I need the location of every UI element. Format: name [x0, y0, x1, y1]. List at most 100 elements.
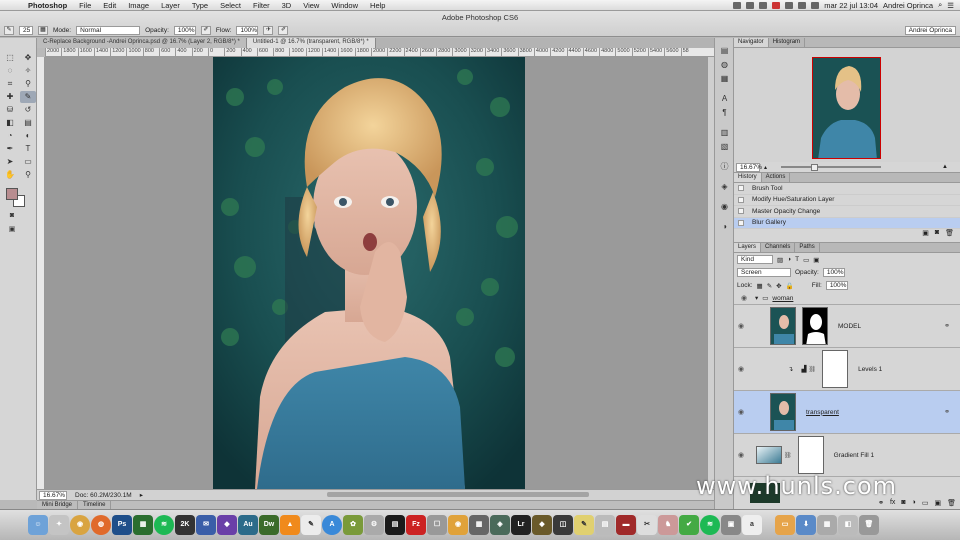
zoom-level[interactable]: 16.67% [39, 490, 67, 500]
app-icon[interactable]: ≋ [700, 515, 720, 535]
history-item[interactable]: Brush Tool [734, 183, 960, 195]
menu-layer[interactable]: Layer [155, 1, 186, 10]
shape-tool-icon[interactable]: ▭ [20, 156, 36, 168]
tab-navigator[interactable]: Navigator [734, 38, 769, 47]
app-icon[interactable]: ✔ [679, 515, 699, 535]
info-panel-icon[interactable]: ⓘ [719, 162, 730, 171]
status-menu-icon[interactable]: ▸ [140, 491, 143, 499]
color-panel-icon[interactable]: ◍ [719, 60, 730, 69]
menu-image[interactable]: Image [122, 1, 155, 10]
gradient-fill-icon[interactable] [756, 446, 782, 464]
quick-select-icon[interactable]: ✧ [20, 65, 36, 77]
downloads-icon[interactable]: ⬇ [796, 515, 816, 535]
chrome-icon[interactable]: ◉ [70, 515, 90, 535]
menu-file[interactable]: File [73, 1, 97, 10]
chain-icon[interactable]: ⛓ [784, 452, 792, 459]
eyedropper-icon[interactable]: ⚲ [20, 78, 36, 90]
fx-icon[interactable]: fx [890, 499, 895, 507]
menu-3d[interactable]: 3D [276, 1, 298, 10]
app-store-icon[interactable]: A [322, 515, 342, 535]
layer-model[interactable]: ◉ MODEL ⚭ [734, 305, 960, 348]
add-mask-icon[interactable]: ◙ [901, 499, 905, 507]
navigator-thumbnail[interactable] [812, 57, 881, 159]
tab-paths[interactable]: Paths [795, 243, 820, 252]
audition-icon[interactable]: Au [238, 515, 258, 535]
tab-layers[interactable]: Layers [734, 243, 762, 252]
spotify-icon[interactable]: ≋ [154, 515, 174, 535]
blend-mode-select[interactable]: Screen [737, 268, 791, 277]
layer-group-row[interactable]: ◉ ▾ ▭ woman [734, 292, 960, 305]
eye-icon[interactable]: ◉ [737, 294, 751, 302]
move-tool-icon[interactable]: ✥ [20, 52, 36, 64]
new-group-icon[interactable]: ▭ [922, 499, 929, 507]
search-icon[interactable]: ⌕ [938, 0, 942, 10]
lock-image-icon[interactable]: ✎ [767, 282, 772, 290]
tray-icon[interactable] [759, 1, 768, 9]
eye-icon[interactable]: ◉ [734, 408, 748, 416]
history-checkbox[interactable] [738, 196, 744, 203]
doc-tab-untitled[interactable]: Untitled-1 @ 16.7% (transparent, RGB/8*)… [246, 38, 376, 48]
clone-source-icon[interactable]: ▧ [719, 142, 730, 151]
airbrush-icon[interactable]: ✈ [263, 26, 274, 35]
marquee-tool-icon[interactable]: ⬚ [2, 52, 18, 64]
layer-name[interactable]: Levels 1 [858, 366, 882, 373]
dreamweaver-icon[interactable]: Dw [259, 515, 279, 535]
crop-tool-icon[interactable]: ⌗ [2, 78, 18, 90]
history-checkbox[interactable] [738, 185, 744, 192]
launchpad-icon[interactable]: ✦ [49, 515, 69, 535]
filter-smart-icon[interactable]: ▣ [813, 256, 819, 264]
pressure-opacity-icon[interactable]: ✐ [200, 26, 211, 35]
brush-preset-icon[interactable]: ✎ [4, 26, 14, 35]
navigator-zoom-slider[interactable] [781, 164, 882, 171]
doc-tab-replace-background[interactable]: C-Replace Background -Andrei Oprinca.psd… [37, 38, 247, 48]
filter-type-icon[interactable]: T [795, 256, 799, 263]
layer-mask-thumbnail[interactable] [802, 307, 828, 345]
link-icon[interactable]: ⚭ [944, 408, 950, 416]
app-icon[interactable]: ▦ [469, 515, 489, 535]
user-name[interactable]: Andrei Oprinca [883, 1, 933, 10]
app-icon[interactable]: ✿ [343, 515, 363, 535]
brush-tool-icon[interactable]: ✎ [20, 91, 36, 103]
hand-tool-icon[interactable]: ✋ [2, 169, 18, 181]
filter-shape-icon[interactable]: ▭ [803, 256, 809, 264]
menu-filter[interactable]: Filter [247, 1, 276, 10]
dodge-tool-icon[interactable]: ◐ [20, 130, 36, 142]
layer-group-name[interactable]: woman [772, 295, 793, 302]
finder-icon[interactable]: ☺ [28, 515, 48, 535]
zoom-in-icon[interactable]: ▲ [942, 164, 960, 170]
layer-gradient-fill[interactable]: ◉ ⛓ Gradient Fill 1 [734, 434, 960, 477]
lasso-tool-icon[interactable]: ◌ [2, 65, 18, 77]
app-icon[interactable]: ✂ [637, 515, 657, 535]
calendar-icon[interactable]: ▦ [133, 515, 153, 535]
app-icon[interactable]: ✎ [301, 515, 321, 535]
app-icon[interactable]: ◆ [217, 515, 237, 535]
brush-panel-icon[interactable]: ▥ [719, 128, 730, 137]
filter-adjustment-icon[interactable]: ◑ [787, 256, 791, 263]
app-icon[interactable]: ◆ [532, 515, 552, 535]
app-icon[interactable]: 2K [175, 515, 195, 535]
app-icon[interactable]: ▦ [817, 515, 837, 535]
paragraph-panel-icon[interactable]: ¶ [719, 108, 730, 117]
canvas-area[interactable]: 86 [45, 57, 707, 489]
lock-position-icon[interactable]: ✥ [776, 282, 781, 290]
battery-icon[interactable] [811, 1, 820, 9]
history-item[interactable]: Master Opacity Change [734, 206, 960, 218]
eye-icon[interactable]: ◉ [734, 365, 748, 373]
eye-icon[interactable]: ◉ [734, 451, 748, 459]
clone-stamp-icon[interactable]: ⛁ [2, 104, 18, 116]
lightroom-icon[interactable]: Lr [511, 515, 531, 535]
tab-histogram[interactable]: Histogram [769, 38, 806, 47]
trash-icon[interactable]: 🗑 [859, 515, 879, 535]
lock-all-icon[interactable]: 🔒 [786, 282, 794, 290]
swatches-panel-icon[interactable]: ▦ [719, 74, 730, 83]
layer-name[interactable]: MODEL [838, 323, 861, 330]
styles-panel-icon[interactable]: ◑ [719, 222, 730, 231]
new-layer-icon[interactable]: ▣ [934, 499, 941, 507]
app-icon[interactable]: ◉ [448, 515, 468, 535]
tab-timeline[interactable]: Timeline [78, 501, 112, 509]
activity-monitor-icon[interactable]: ▤ [385, 515, 405, 535]
pen-tool-icon[interactable]: ✒ [2, 143, 18, 155]
folder-icon[interactable]: ▭ [775, 515, 795, 535]
snapshot-icon[interactable]: ◙ [935, 229, 939, 237]
workspace-select[interactable]: Andrei Oprinca [904, 26, 956, 35]
